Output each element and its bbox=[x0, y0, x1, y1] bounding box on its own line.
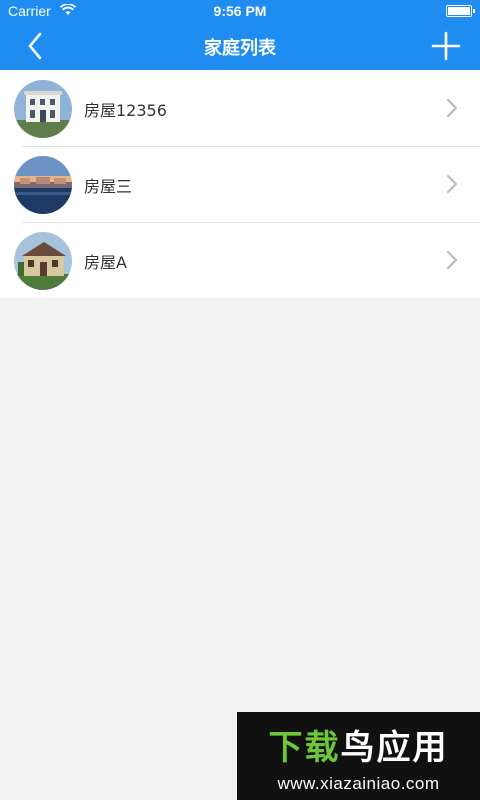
house-avatar bbox=[14, 80, 72, 138]
status-time: 9:56 PM bbox=[213, 3, 267, 19]
house-row[interactable]: 房屋12356 bbox=[0, 70, 480, 146]
house-avatar bbox=[14, 156, 72, 214]
house-row[interactable]: 房屋A bbox=[0, 222, 480, 298]
status-bar: Carrier 9:56 PM bbox=[0, 0, 480, 22]
house-list: 房屋12356 房屋三 房屋A bbox=[0, 70, 480, 298]
house-name: 房屋12356 bbox=[84, 101, 167, 120]
nav-bar: 家庭列表 bbox=[0, 22, 480, 70]
chevron-right-icon bbox=[447, 175, 457, 193]
house-name: 房屋A bbox=[84, 253, 127, 272]
watermark-logo: 下载鸟应用 bbox=[268, 728, 449, 768]
watermark: 下载鸟应用 www.xiazainiao.com bbox=[237, 712, 480, 800]
add-button[interactable] bbox=[430, 30, 462, 62]
top-bar: Carrier 9:56 PM 家庭列表 bbox=[0, 0, 480, 70]
page-title: 家庭列表 bbox=[204, 38, 276, 59]
chevron-right-icon bbox=[447, 99, 457, 117]
house-row[interactable]: 房屋三 bbox=[0, 146, 480, 222]
watermark-url: www.xiazainiao.com bbox=[277, 774, 440, 793]
house-avatar bbox=[14, 232, 72, 290]
battery-icon bbox=[446, 5, 475, 17]
chevron-right-icon bbox=[447, 251, 457, 269]
house-name: 房屋三 bbox=[84, 177, 133, 196]
